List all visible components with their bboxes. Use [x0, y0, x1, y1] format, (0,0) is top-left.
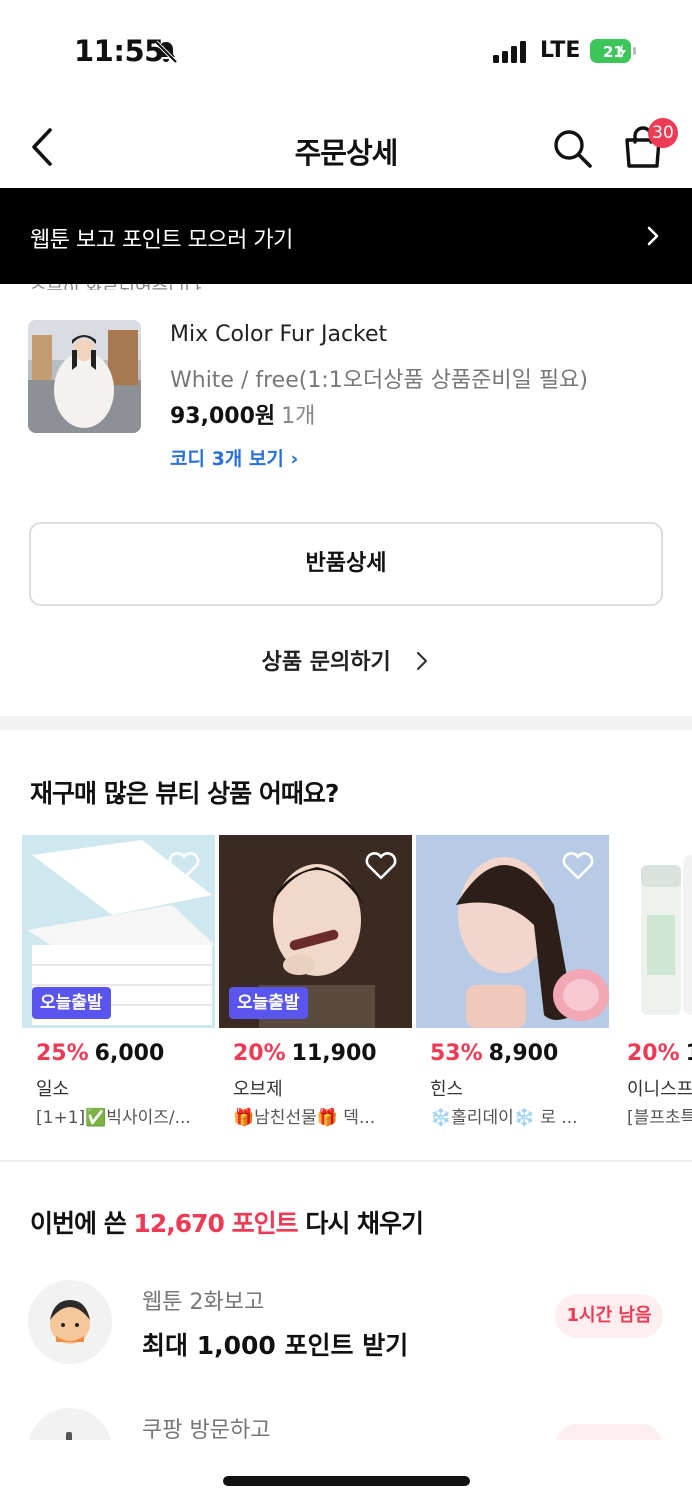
recommend-image: 오늘출발	[219, 835, 412, 1028]
section-divider	[0, 1160, 692, 1162]
bottom-safe-area	[0, 1440, 692, 1500]
cart-count-badge: 30	[648, 118, 678, 148]
status-time: 11:55	[74, 34, 164, 68]
recommend-product-list: 오늘출발 25% 6,000 일소 [1+1]✅빅사이즈/... 오늘출발 20%…	[22, 835, 692, 1135]
points-title-prefix: 이번에 쓴	[30, 1209, 134, 1238]
section-divider	[0, 716, 692, 730]
product-description: [블프초특	[627, 1108, 692, 1128]
product-price: 93,000원	[170, 404, 276, 429]
points-title-suffix: 다시 채우기	[297, 1209, 424, 1238]
home-indicator[interactable]	[223, 1476, 470, 1486]
brand-name: 오브제	[233, 1079, 283, 1100]
recommend-card[interactable]: 오늘출발 25% 6,000 일소 [1+1]✅빅사이즈/...	[22, 835, 215, 1128]
product-name: Mix Color Fur Jacket	[170, 322, 388, 347]
heart-icon[interactable]	[167, 851, 201, 881]
serum-bottle-photo	[613, 835, 692, 1028]
recommend-image	[613, 835, 692, 1028]
sale-price: 11,900	[291, 1041, 377, 1066]
points-amount: 12,670 포인트	[133, 1209, 298, 1238]
codi-link[interactable]: 코디 3개 보기 ›	[170, 444, 298, 471]
status-bar: 11:55 LTE 21	[0, 0, 692, 100]
sale-price: 6,000	[94, 1041, 165, 1066]
discount-rate: 20%	[233, 1041, 286, 1066]
point-mission-item[interactable]: 웹툰 2화보고 최대 1,000 포인트 받기 1시간 남음	[0, 1280, 692, 1390]
points-section-title: 이번에 쓴 12,670 포인트 다시 채우기	[30, 1204, 424, 1240]
webtoon-point-banner[interactable]: 웹툰 보고 포인트 모으러 가기	[0, 188, 692, 284]
product-thumbnail[interactable]	[28, 320, 141, 433]
mission-title: 최대 1,000 포인트 받기	[142, 1331, 409, 1360]
battery-icon: 21	[590, 39, 636, 63]
network-type: LTE	[540, 38, 581, 63]
product-quantity: 1개	[281, 404, 316, 429]
heart-icon[interactable]	[561, 851, 595, 881]
time-remaining-badge: 1시간 남음	[555, 1294, 663, 1338]
recommend-image: 오늘출발	[22, 835, 215, 1028]
brand-name: 힌스	[430, 1079, 464, 1100]
chevron-right-icon	[417, 651, 428, 671]
product-price-line: 93,000원 1개	[170, 398, 315, 430]
product-description: 🎁남친선물🎁 덱...	[233, 1108, 376, 1128]
product-inquiry-link[interactable]: 상품 문의하기	[0, 644, 692, 676]
recommend-price-line: 53% 8,900	[430, 1041, 558, 1066]
bell-muted-icon	[154, 40, 178, 64]
recommend-card[interactable]: 오늘출발 20% 11,900 오브제 🎁남친선물🎁 덱...	[219, 835, 412, 1128]
webtoon-avatar	[28, 1280, 112, 1364]
recommend-image	[416, 835, 609, 1028]
product-photo	[28, 320, 141, 433]
search-icon[interactable]	[550, 126, 594, 170]
today-shipping-badge: 오늘출발	[32, 987, 111, 1019]
recommend-card[interactable]: 53% 8,900 힌스 ❄️홀리데이❄️ 로 ...	[416, 835, 609, 1128]
recommend-price-line: 25% 6,000	[36, 1041, 164, 1066]
signal-icon	[493, 41, 526, 63]
banner-text: 웹툰 보고 포인트 모으러 가기	[30, 228, 293, 253]
top-navigation: 주문상세	[0, 100, 692, 190]
chevron-right-icon	[647, 226, 659, 246]
product-option: White / free(1:1오더상품 상품준비일 필요)	[170, 368, 588, 393]
heart-icon[interactable]	[364, 851, 398, 881]
recommend-card[interactable]: 20%1 이니스프 [블프초특	[613, 835, 692, 1135]
discount-rate: 20%	[627, 1041, 680, 1066]
product-description: [1+1]✅빅사이즈/...	[36, 1108, 191, 1128]
recommend-price-line: 20% 11,900	[233, 1041, 377, 1066]
discount-rate: 53%	[430, 1041, 483, 1066]
brand-name: 이니스프	[627, 1079, 692, 1100]
product-description: ❄️홀리데이❄️ 로 ...	[430, 1108, 578, 1128]
brand-name: 일소	[36, 1079, 70, 1100]
discount-rate: 25%	[36, 1041, 89, 1066]
sale-price: 8,900	[488, 1041, 559, 1066]
mission-subtitle: 웹툰 2화보고	[142, 1290, 265, 1315]
recommend-price-line: 20%1	[627, 1041, 692, 1066]
return-detail-button[interactable]: 반품상세	[29, 522, 663, 606]
inquiry-label: 상품 문의하기	[261, 650, 391, 675]
recommend-section-title: 재구매 많은 뷰티 상품 어때요?	[30, 779, 339, 808]
today-shipping-badge: 오늘출발	[229, 987, 308, 1019]
sale-price: 1	[686, 1041, 692, 1066]
webtoon-character-icon	[28, 1280, 112, 1364]
